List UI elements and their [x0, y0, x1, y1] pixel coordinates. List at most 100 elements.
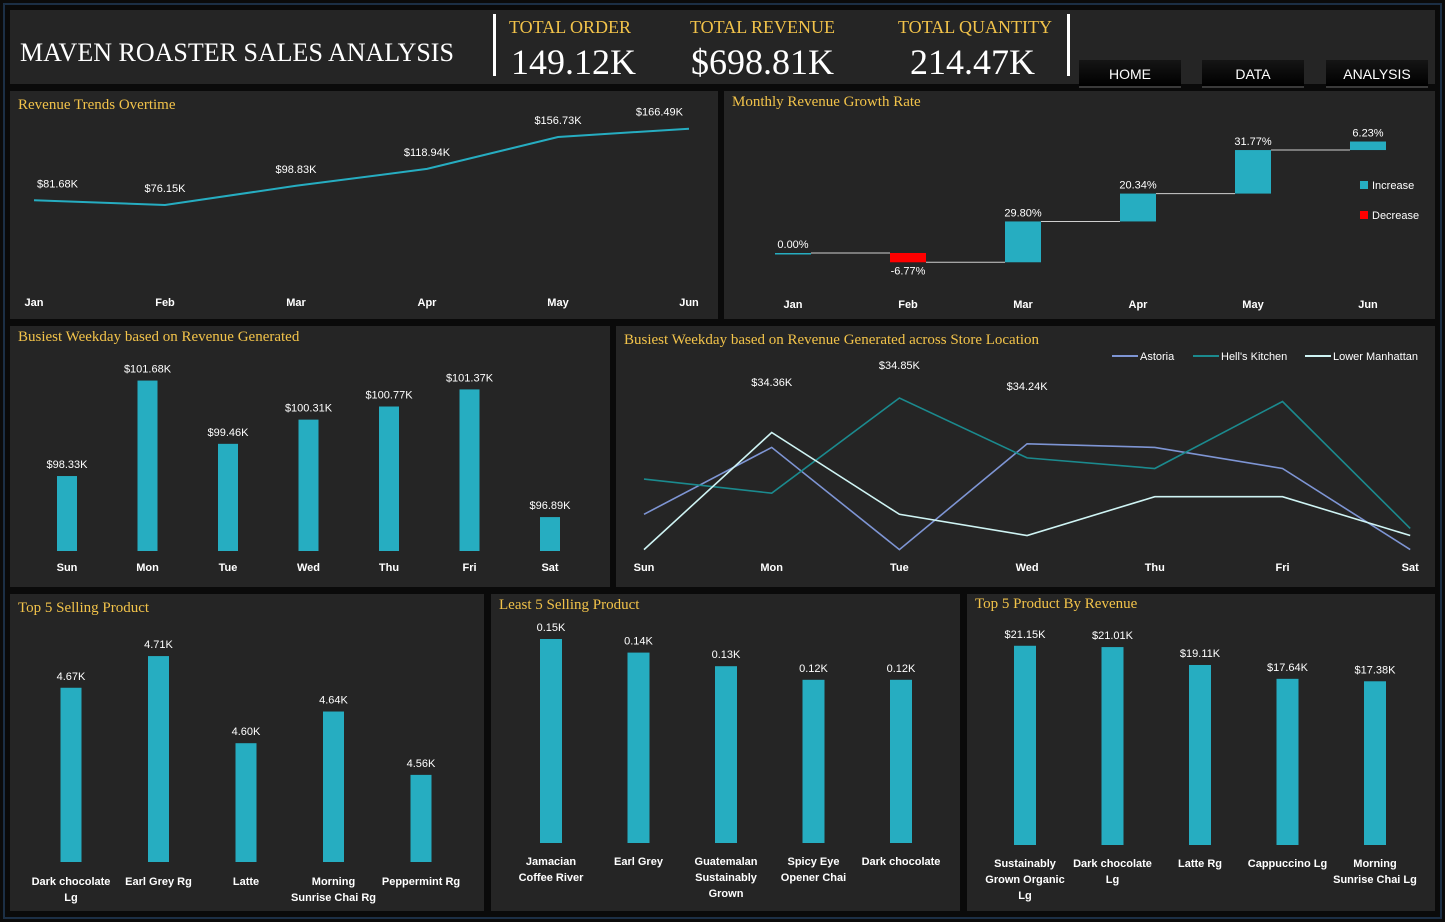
nav-data-button[interactable]: DATA — [1202, 60, 1304, 88]
x-tick-sat: Sat — [541, 562, 558, 574]
legend-label-decrease: Decrease — [1372, 210, 1419, 222]
legend-swatch-increase — [1360, 181, 1368, 189]
data-label-earl-grey: 0.14K — [624, 636, 653, 648]
data-label-sustainably-grown-organic-lg: $21.15K — [1005, 629, 1047, 641]
x-tick-sustainably-grown-organic-lg: Sustainably Grown Organic Lg — [985, 858, 1064, 902]
x-tick-apr: Apr — [1129, 299, 1149, 311]
bar-spicy-eye-opener-chai — [802, 679, 825, 843]
x-tick-apr: Apr — [418, 297, 438, 309]
x-tick-spicy-eye-opener-chai: Spicy Eye Opener Chai — [781, 856, 846, 884]
data-label-apr: $118.94K — [404, 147, 451, 159]
bar-mon — [137, 380, 158, 551]
x-tick-jan: Jan — [784, 299, 803, 311]
x-tick-cappuccino-lg: Cappuccino Lg — [1248, 858, 1327, 870]
x-tick-sun: Sun — [634, 562, 655, 574]
x-tick-latte: Latte — [233, 876, 259, 888]
bar-sat — [540, 517, 560, 551]
header-divider-right — [1067, 14, 1070, 76]
kpi-total-revenue-label: TOTAL REVENUE — [690, 17, 836, 37]
data-label-fri: $101.37K — [446, 372, 494, 384]
data-label-dark-chocolate-lg: $21.01K — [1092, 630, 1134, 642]
x-tick-wed: Wed — [1016, 562, 1039, 574]
bar-jamacian-coffee-river — [540, 639, 562, 843]
x-tick-mon: Mon — [760, 562, 783, 574]
kpi-total-order-label: TOTAL ORDER — [509, 17, 632, 37]
least5-selling-panel: Least 5 Selling Product 0.15K Jamacian Cof… — [491, 594, 960, 911]
data-label-mar: 29.80% — [1004, 207, 1042, 219]
growth-rate-chart: 0.00% Jan -6.77% Feb 29.80% Mar 20.34% Apr 31.77… — [775, 128, 1419, 311]
x-tick-thu: Thu — [379, 562, 399, 574]
legend-label-hell-s-kitchen: Hell's Kitchen — [1221, 351, 1287, 363]
data-label-jamacian-coffee-river: 0.15K — [537, 622, 566, 634]
data-label-may: 31.77% — [1234, 136, 1272, 148]
bar-cappuccino-lg — [1276, 678, 1299, 845]
data-label-wed: $100.31K — [285, 403, 333, 415]
x-tick-tue: Tue — [890, 562, 909, 574]
nav-analysis-button[interactable]: ANALYSIS — [1326, 60, 1428, 88]
bar-sun — [57, 476, 77, 551]
weekday-store-panel: Busiest Weekday based on Revenue Generat… — [616, 326, 1435, 587]
revenue-trend-line — [33, 127, 690, 207]
x-tick-earl-grey: Earl Grey — [614, 856, 664, 868]
x-tick-jamacian-coffee-river: Jamacian Coffee River — [519, 856, 585, 884]
data-label-sun: $98.33K — [47, 459, 89, 471]
bar-mar — [1005, 221, 1041, 263]
data-label-morning-sunrise-chai-rg: 4.64K — [319, 695, 348, 707]
data-label-feb: $76.15K — [145, 183, 187, 195]
x-tick-dark-chocolate-lg: Dark chocolate Lg — [32, 876, 111, 904]
data-label-thu: $100.77K — [365, 390, 413, 402]
x-tick-morning-sunrise-chai-rg: Morning Sunrise Chai Rg — [291, 876, 376, 904]
bar-thu — [379, 406, 399, 551]
bar-latte — [235, 743, 257, 862]
legend-swatch-decrease — [1360, 211, 1368, 219]
x-tick-jun: Jun — [1358, 299, 1378, 311]
x-tick-mon: Mon — [136, 562, 159, 574]
x-tick-wed: Wed — [297, 562, 320, 574]
bar-jan — [775, 253, 811, 255]
data-label-jan: $81.68K — [37, 178, 79, 190]
bar-earl-grey — [627, 652, 650, 843]
bar-wed — [298, 419, 319, 551]
bar-fri — [459, 389, 480, 551]
bar-morning-sunrise-chai-lg — [1364, 681, 1386, 845]
top5-selling-panel: Top 5 Selling Product 4.67K Dark chocolat… — [10, 594, 484, 911]
revenue-trend-chart: $81.68K Jan $76.15K Feb $98.83K Mar $118.94K Ap… — [25, 107, 700, 309]
bar-dark-chocolate-lg — [60, 687, 82, 862]
x-tick-jan: Jan — [25, 297, 44, 309]
legend-label-astoria: Astoria — [1140, 351, 1175, 363]
header-divider-left — [493, 14, 496, 76]
annotation-tue: $34.85K — [879, 360, 921, 372]
top5-revenue-chart: $21.15K Sustainably Grown Organic Lg $21.01K… — [985, 629, 1417, 902]
bar-guatemalan-sustainably-grown — [715, 666, 737, 843]
kpi-total-revenue-value: $698.81K — [691, 42, 834, 82]
series-line-astoria — [643, 442, 1411, 551]
kpi-total-quantity-value: 214.47K — [910, 42, 1035, 82]
x-tick-may: May — [547, 297, 569, 309]
least5-selling-chart: 0.15K Jamacian Coffee River 0.14K Earl Grey 0… — [519, 622, 941, 900]
data-label-earl-grey-rg: 4.71K — [144, 639, 173, 651]
bar-dark-chocolate — [890, 679, 912, 843]
x-tick-sun: Sun — [57, 562, 78, 574]
series-line-hell-s-kitchen — [643, 397, 1411, 529]
x-tick-morning-sunrise-chai-lg: Morning Sunrise Chai Lg — [1333, 858, 1417, 886]
nav-home-button[interactable]: HOME — [1079, 60, 1181, 88]
bar-latte-rg — [1189, 664, 1211, 845]
data-label-mon: $101.68K — [124, 364, 172, 376]
kpi-total-quantity-label: TOTAL QUANTITY — [898, 17, 1053, 37]
data-label-latte: 4.60K — [232, 726, 261, 738]
x-tick-dark-chocolate-lg: Dark chocolate Lg — [1073, 858, 1152, 886]
data-label-tue: $99.46K — [208, 427, 250, 439]
bar-jun — [1350, 141, 1386, 151]
x-tick-may: May — [1242, 299, 1264, 311]
data-label-sat: $96.89K — [530, 500, 572, 512]
data-label-jun: $166.49K — [636, 107, 684, 119]
x-tick-sat: Sat — [1402, 562, 1419, 574]
x-tick-mar: Mar — [1013, 299, 1033, 311]
annotation-mon: $34.36K — [751, 377, 793, 389]
kpi-total-order-value: 149.12K — [511, 42, 636, 82]
data-label-cappuccino-lg: $17.64K — [1267, 662, 1309, 674]
data-label-jun: 6.23% — [1352, 128, 1383, 140]
x-tick-latte-rg: Latte Rg — [1178, 858, 1222, 870]
data-label-morning-sunrise-chai-lg: $17.38K — [1355, 664, 1397, 676]
bar-morning-sunrise-chai-rg — [323, 711, 344, 862]
